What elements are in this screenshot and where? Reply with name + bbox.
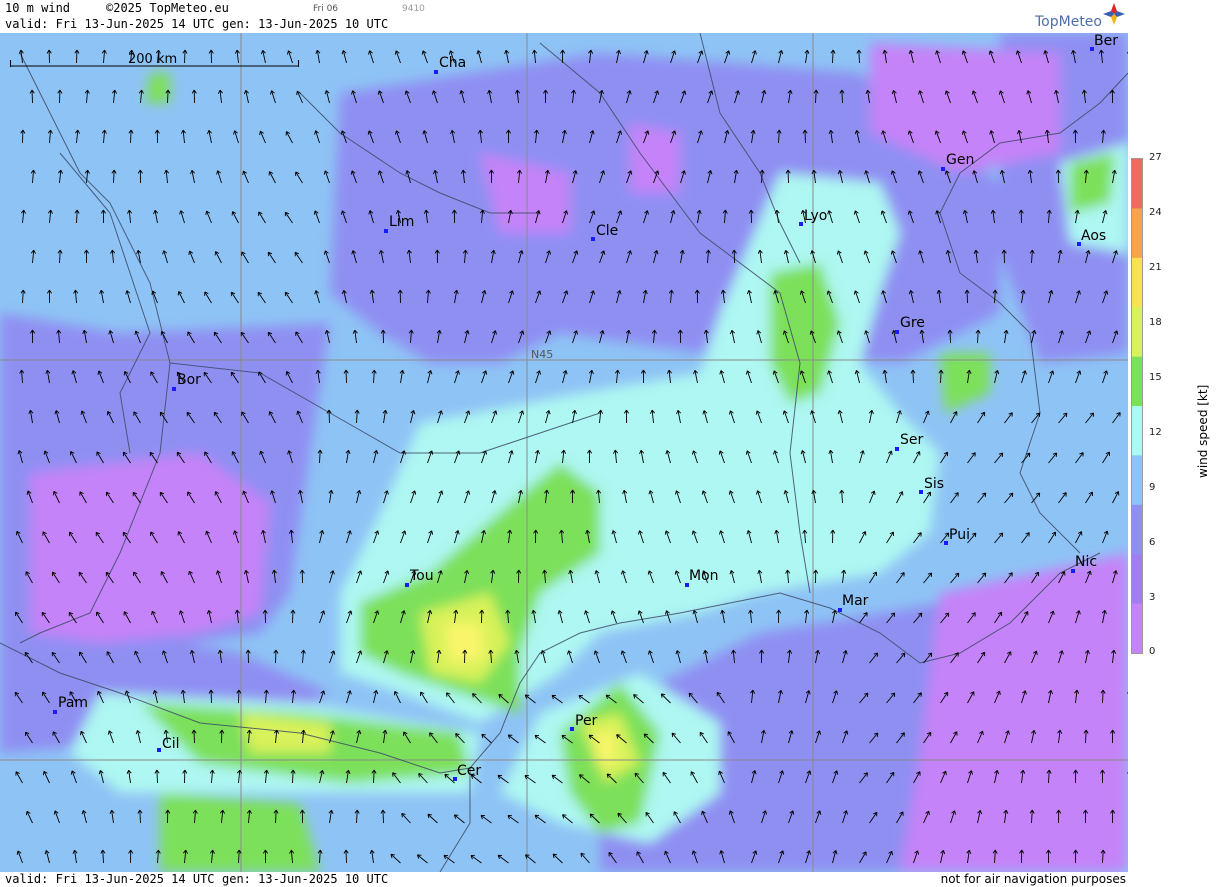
colorbar-tick: 12 <box>1149 427 1162 438</box>
colorbar-swatch <box>1132 307 1142 358</box>
copyright: ©2025 TopMeteo.eu <box>106 1 229 15</box>
city-label[interactable]: Cer <box>457 763 481 779</box>
city-marker <box>591 237 595 241</box>
disclaimer: not for air navigation purposes <box>940 872 1126 886</box>
generated-time: gen: 13-Jun-2025 10 UTC <box>222 17 389 31</box>
footer-generated: gen: 13-Jun-2025 10 UTC <box>222 872 389 886</box>
colorbar-swatch <box>1132 554 1142 605</box>
city-label[interactable]: Cil <box>162 736 180 752</box>
city-marker <box>919 490 923 494</box>
city-marker <box>570 727 574 731</box>
city-label[interactable]: Cha <box>439 55 466 71</box>
city-label[interactable]: Cle <box>596 223 618 239</box>
city-marker <box>944 541 948 545</box>
city-marker <box>434 70 438 74</box>
city-label[interactable]: Bor <box>177 372 201 388</box>
city-label[interactable]: Mar <box>842 593 868 609</box>
city-marker <box>384 229 388 233</box>
colorbar-swatch <box>1132 257 1142 308</box>
colorbar-swatch <box>1132 208 1142 259</box>
product-title: 10 m wind <box>5 1 71 15</box>
colorbar-title: wind speed [kt] <box>1196 384 1210 478</box>
city-label[interactable]: Lim <box>389 214 414 230</box>
city-marker <box>172 387 176 391</box>
colorbar-tick: 6 <box>1149 537 1156 548</box>
footer-valid: valid: Fri 13-Jun-2025 14 UTC <box>5 872 215 886</box>
city-marker <box>895 447 899 451</box>
city-marker <box>799 222 803 226</box>
city-label[interactable]: Ber <box>1094 33 1118 49</box>
colorbar-tick: 15 <box>1149 372 1162 383</box>
valid-time: valid: Fri 13-Jun-2025 14 UTC <box>5 17 215 31</box>
city-marker <box>405 583 409 587</box>
city-label[interactable]: Nic <box>1075 554 1097 570</box>
frame-day: Fri 06 <box>313 4 339 14</box>
colorbar <box>1131 158 1143 654</box>
city-label[interactable]: Sis <box>924 476 944 492</box>
city-label[interactable]: Ser <box>900 432 923 448</box>
city-marker <box>157 748 161 752</box>
city-marker <box>941 167 945 171</box>
colorbar-tick: 0 <box>1149 646 1156 657</box>
latitude-label: N45 <box>531 348 554 361</box>
city-marker <box>53 710 57 714</box>
colorbar-swatch <box>1132 455 1142 506</box>
scale-bar-label: 200 km <box>128 52 178 67</box>
colorbar-tick: 24 <box>1149 207 1162 218</box>
colorbar-swatch <box>1132 159 1142 209</box>
colorbar-swatch <box>1132 504 1142 555</box>
city-label[interactable]: Lyo <box>804 208 827 224</box>
city-label[interactable]: Tou <box>410 568 434 584</box>
colorbar-tick: 18 <box>1149 317 1162 328</box>
colorbar-swatches <box>1132 159 1142 654</box>
frame-number: 9410 <box>402 4 425 14</box>
city-label[interactable]: Gen <box>946 152 974 168</box>
city-label[interactable]: Aos <box>1081 228 1106 244</box>
colorbar-tick: 27 <box>1149 152 1162 163</box>
city-label[interactable]: Per <box>575 713 597 729</box>
city-marker <box>895 330 899 334</box>
colorbar-tick: 3 <box>1149 592 1156 603</box>
city-label[interactable]: Pam <box>58 695 88 711</box>
city-label[interactable]: Mon <box>689 568 719 584</box>
city-label[interactable]: Gre <box>900 315 925 331</box>
colorbar-tick: 21 <box>1149 262 1162 273</box>
colorbar-tick: 9 <box>1149 482 1156 493</box>
city-label[interactable]: Pui <box>949 527 970 543</box>
colorbar-swatch <box>1132 603 1142 654</box>
colorbar-swatch <box>1132 356 1142 407</box>
brand-name: TopMeteo <box>1035 14 1102 30</box>
colorbar-swatch <box>1132 406 1142 456</box>
